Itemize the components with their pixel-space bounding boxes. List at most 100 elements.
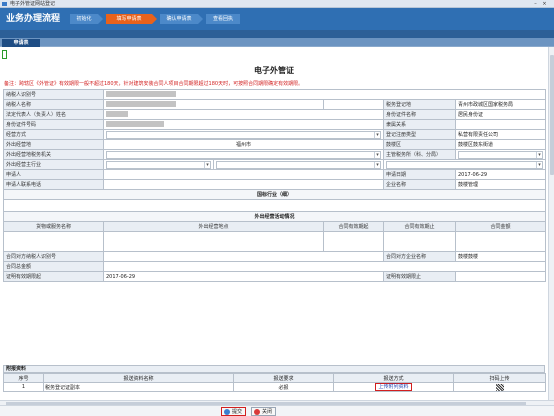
att-req: 必报: [233, 382, 334, 392]
submit-label: 提交: [232, 409, 243, 415]
label-valid-from: 证明有效期限起: [3, 271, 104, 282]
doc-title: 电子外管证: [254, 66, 294, 75]
select-industry-sub[interactable]: ▾: [383, 159, 546, 170]
label-outside-place: 外出经营地: [3, 139, 104, 150]
submit-button[interactable]: 提交: [221, 407, 247, 416]
label-legal-rep: 法定代表人（负责人）姓名: [3, 109, 104, 120]
goods-name-field[interactable]: [3, 231, 104, 252]
value-reg-type: 私营有限责任公司: [455, 129, 546, 140]
header-outside-addr: 外出经营地点: [103, 221, 324, 232]
label-valid-to: 证明有效期限止: [383, 271, 456, 282]
flow-bar: 业务办理流程 初始化 填写申请表 确认申请表 查看回执: [0, 8, 554, 30]
app-icon: [2, 2, 7, 6]
step-arrow: [152, 14, 157, 24]
focus-marker: [2, 50, 7, 59]
section-outside-activity: 外出经营活动情况: [3, 211, 546, 222]
label-taxpayer-name: 纳税人名称: [3, 99, 104, 110]
att-name: 税务登记证副本: [43, 382, 234, 392]
value-id-no: [103, 119, 384, 130]
section-industry-detail: 国标行业（细）: [3, 189, 546, 200]
minimize-icon[interactable]: –: [532, 1, 539, 7]
phone-field[interactable]: [103, 179, 384, 190]
label-outside-auth: 外出经营地税务机关: [3, 149, 104, 160]
header-contract-begin: 合同有效期起: [323, 221, 384, 232]
label-apply-date: 申请日期: [383, 169, 456, 180]
contract-total-field[interactable]: [103, 261, 546, 272]
label-reg-method: 经营方式: [3, 129, 104, 140]
step-init[interactable]: 初始化: [70, 14, 98, 24]
value-legal-rep: [103, 109, 384, 120]
attachments-table: 序号 报送资料名称 报送要求 报送方式 扫码上传 1 税务登记证副本 必报 上传…: [3, 373, 546, 392]
label-applicant: 申请人: [3, 169, 104, 180]
value-id-type: 居民身份证: [455, 109, 546, 120]
label-reg-type: 登记注册类型: [383, 129, 456, 140]
window-title: 电子外管证网站登记: [10, 1, 56, 7]
value-taxpayer-id: [103, 89, 546, 100]
step-fill-form[interactable]: 填写申请表: [106, 14, 152, 24]
industry-detail-field[interactable]: [3, 199, 546, 212]
label-region: 隶属关系: [383, 119, 456, 130]
submit-icon: [224, 409, 230, 415]
value-corp-short: 鼓楼管理: [455, 179, 546, 190]
att-header-no: 序号: [3, 373, 44, 383]
value-apply-date: 2017-06-29: [455, 169, 546, 180]
value-counterparty: 鼓楼鼓楼: [455, 251, 546, 262]
label-tax-place: 税务登记地: [383, 99, 456, 110]
label-id-no: 身份证件号码: [3, 119, 104, 130]
valid-to-field[interactable]: [455, 271, 546, 282]
value-reg-area-detail: 鼓楼区鼓东街道: [455, 139, 546, 150]
tab-application-form[interactable]: 申请表: [2, 39, 40, 47]
header-contract-end: 合同有效期止: [383, 221, 456, 232]
label-counterparty-id: 合同对方纳税人识别号: [3, 251, 104, 262]
label-dept: 主管税务所（科、分局）: [383, 149, 456, 160]
scroll-thumb[interactable]: [550, 55, 554, 175]
contract-amount-field[interactable]: [455, 231, 546, 252]
upload-link[interactable]: 上传附列资料: [375, 383, 412, 391]
att-no: 1: [3, 382, 44, 392]
application-table: 纳税人识别号 纳税人名称 税务登记地 青州市政城区国家税务局 法定代表人（负责人…: [3, 89, 546, 282]
label-counterparty-name: 合同对方企业名称: [383, 251, 456, 262]
bottom-bar: 提交 关闭: [0, 405, 554, 416]
value-valid-from[interactable]: 2017-06-29: [103, 271, 384, 282]
close-icon: [254, 409, 260, 415]
select-industry[interactable]: ▾: [103, 159, 214, 170]
contract-begin-field[interactable]: [323, 231, 384, 252]
counterparty-id-field[interactable]: [103, 251, 384, 262]
header-contract-amount: 合同金额: [455, 221, 546, 232]
step-confirm[interactable]: 确认申请表: [160, 14, 198, 24]
contract-end-field[interactable]: [383, 231, 456, 252]
close-icon[interactable]: ×: [541, 1, 548, 7]
step-arrow: [198, 14, 203, 24]
qr-code-icon[interactable]: [495, 383, 504, 391]
select-reg-method[interactable]: ▾: [103, 129, 384, 140]
form-content: 电子外管证 备注：跨辖区《外管证》有效期限一般不超过180天，针对建筑安装合同人…: [0, 47, 548, 400]
table-row: 1 税务登记证副本 必报 上传附列资料: [3, 382, 546, 392]
notice-text: 备注：跨辖区《外管证》有效期限一般不超过180天，针对建筑安装合同人项目合同期限…: [4, 81, 304, 87]
att-header-scan: 扫码上传: [453, 373, 546, 383]
header-goods-name: 货物或服务名称: [3, 221, 104, 232]
value-taxpayer-name: [103, 99, 324, 110]
value-outside-place: 福州市: [103, 139, 384, 150]
close-button[interactable]: 关闭: [251, 407, 277, 416]
select-industry-detail[interactable]: ▾: [213, 159, 384, 170]
attachments-title: 附报资料: [3, 365, 545, 373]
step-receipt[interactable]: 查看回执: [206, 14, 240, 24]
select-dept[interactable]: ▾: [455, 149, 546, 160]
label-corp-name: 企业名称: [383, 179, 456, 190]
sub-bar: [0, 30, 554, 38]
outside-addr-field[interactable]: [103, 231, 324, 252]
label-contract-total: 合同总金额: [3, 261, 104, 272]
step-arrow: [98, 14, 103, 24]
applicant-field[interactable]: [103, 169, 384, 180]
att-header-req: 报送要求: [233, 373, 334, 383]
att-header-method: 报送方式: [333, 373, 454, 383]
close-label: 关闭: [262, 409, 273, 415]
select-outside-auth[interactable]: ▾: [103, 149, 384, 160]
vertical-scrollbar[interactable]: [548, 47, 554, 400]
value-tax-place: 青州市政城区国家税务局: [455, 99, 546, 110]
label-phone: 申请人联系电话: [3, 179, 104, 190]
label-outside-industry: 外出经营主行业: [3, 159, 104, 170]
label-taxpayer-id: 纳税人识别号: [3, 89, 104, 100]
flow-title: 业务办理流程: [6, 14, 61, 24]
value-reg-area: 鼓楼区: [383, 139, 456, 150]
